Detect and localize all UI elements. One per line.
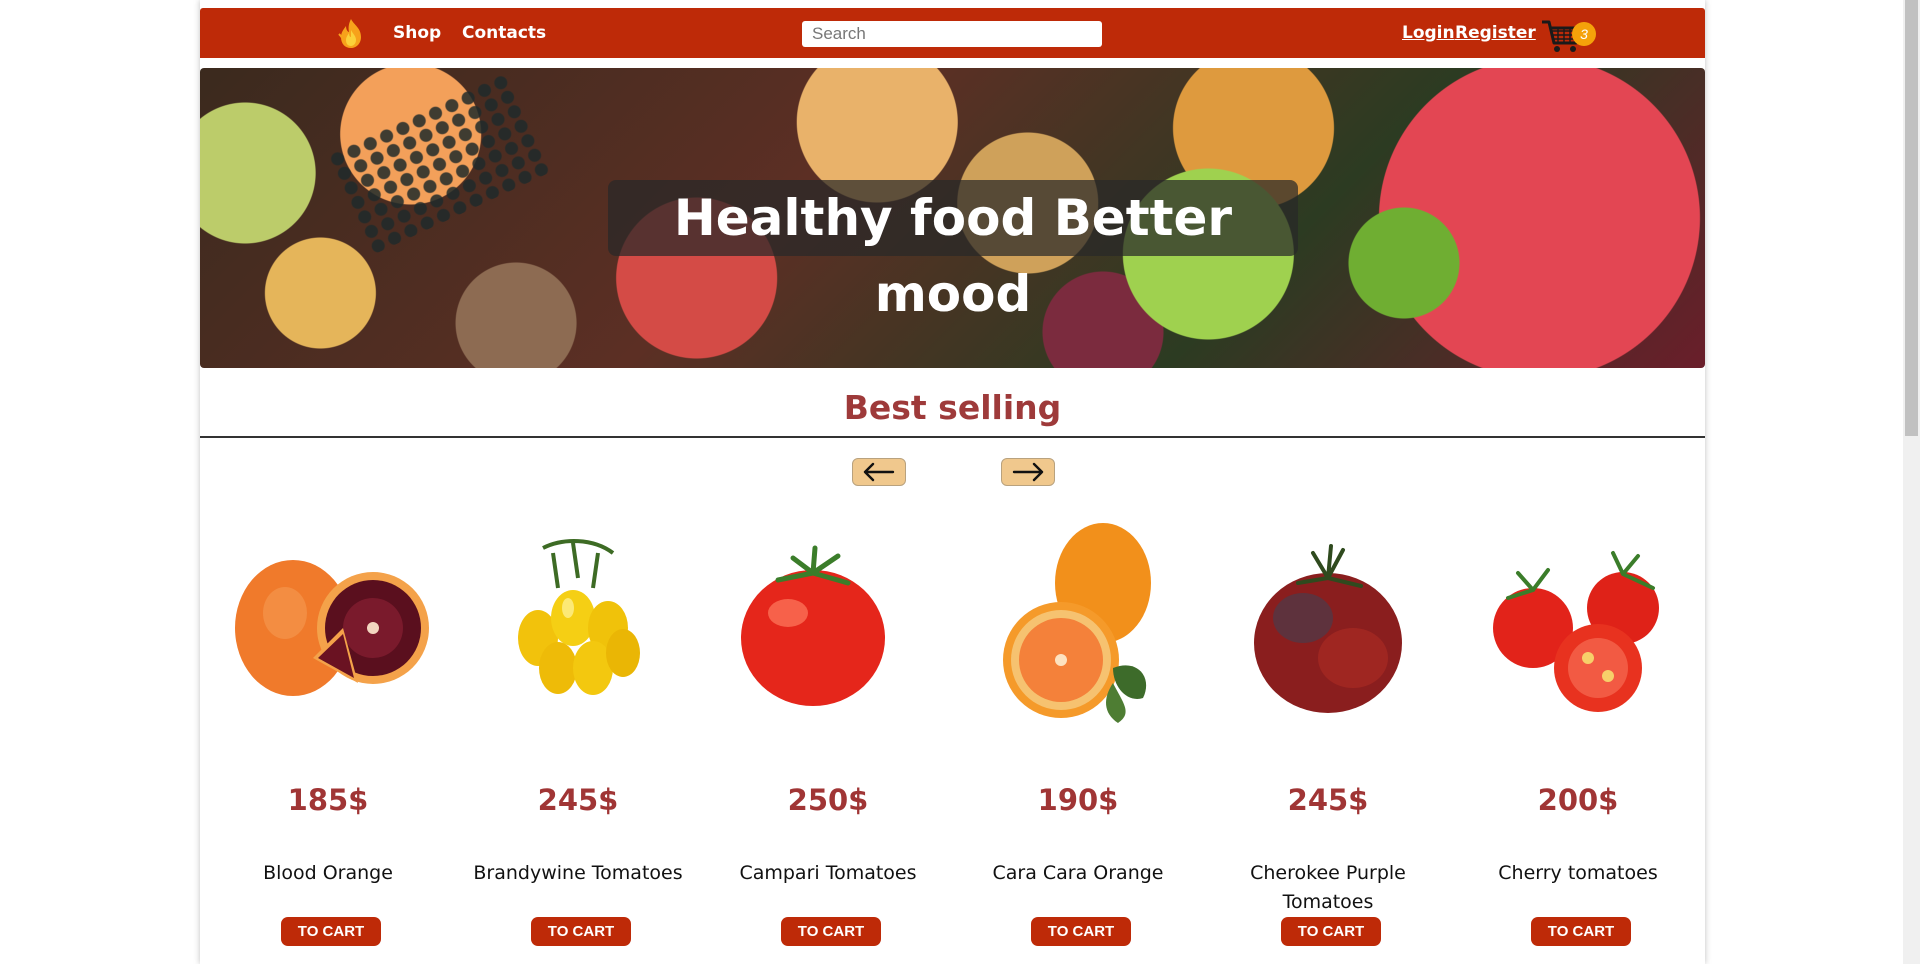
product-card: 245$ Brandywine Tomatoes TO CART [453, 508, 703, 964]
product-card: 200$ Cherry tomatoes TO CART [1453, 508, 1703, 964]
product-name: Blood Orange [263, 862, 393, 884]
cart-count-badge: 3 [1572, 22, 1596, 46]
to-cart-button[interactable]: TO CART [1031, 917, 1131, 946]
to-cart-button[interactable]: TO CART [1531, 917, 1631, 946]
fire-logo-icon[interactable] [334, 16, 368, 50]
brandywine-tomatoes-image[interactable] [473, 508, 683, 748]
product-name: Cara Cara Orange [992, 862, 1164, 884]
product-price: 190$ [1037, 783, 1119, 817]
section-title: Best selling [843, 388, 1062, 427]
to-cart-button[interactable]: TO CART [281, 917, 381, 946]
login-link[interactable]: Login [1402, 23, 1455, 43]
product-card: 185$ Blood Orange TO CART [203, 508, 453, 964]
blood-orange-image[interactable] [223, 508, 433, 748]
product-name: Cherokee Purple Tomatoes [1250, 862, 1406, 913]
product-price: 185$ [287, 783, 369, 817]
product-card: 190$ Cara Cara Orange TO CART [953, 508, 1203, 964]
product-name: Brandywine Tomatoes [473, 862, 683, 884]
arrow-left-icon [863, 462, 895, 482]
product-card: 245$ Cherokee Purple Tomatoes TO CART [1203, 508, 1453, 964]
hero-banner: Healthy food Better mood [200, 68, 1705, 368]
page-container: Shop Contacts Login Register 3 Healthy f… [200, 0, 1705, 964]
register-link[interactable]: Register [1455, 23, 1536, 43]
hero-fruit-image [326, 70, 554, 256]
cart-button[interactable]: 3 [1540, 15, 1600, 55]
cherry-tomatoes-image[interactable] [1473, 508, 1683, 748]
product-price: 200$ [1537, 783, 1619, 817]
product-name: Cherry tomatoes [1498, 862, 1658, 884]
nav-shop-link[interactable]: Shop [393, 23, 441, 43]
campari-tomatoes-image[interactable] [723, 508, 933, 748]
product-card: 250$ Campari Tomatoes TO CART [703, 508, 953, 964]
top-navbar: Shop Contacts Login Register 3 [200, 8, 1705, 58]
cara-cara-orange-image[interactable] [973, 508, 1183, 748]
product-price: 245$ [537, 783, 619, 817]
hero-caption: Healthy food Better mood [608, 180, 1298, 323]
carousel-prev-button[interactable] [852, 458, 906, 486]
search-input[interactable] [802, 21, 1102, 47]
section-divider [200, 436, 1705, 438]
nav-contacts-link[interactable]: Contacts [462, 23, 546, 43]
cherokee-purple-tomatoes-image[interactable] [1223, 508, 1433, 748]
product-name: Campari Tomatoes [739, 862, 917, 884]
product-price: 250$ [787, 783, 869, 817]
scrollbar-thumb[interactable] [1905, 0, 1918, 436]
product-price: 245$ [1287, 783, 1369, 817]
to-cart-button[interactable]: TO CART [1281, 917, 1381, 946]
carousel-next-button[interactable] [1001, 458, 1055, 486]
arrow-right-icon [1012, 462, 1044, 482]
to-cart-button[interactable]: TO CART [781, 917, 881, 946]
to-cart-button[interactable]: TO CART [531, 917, 631, 946]
